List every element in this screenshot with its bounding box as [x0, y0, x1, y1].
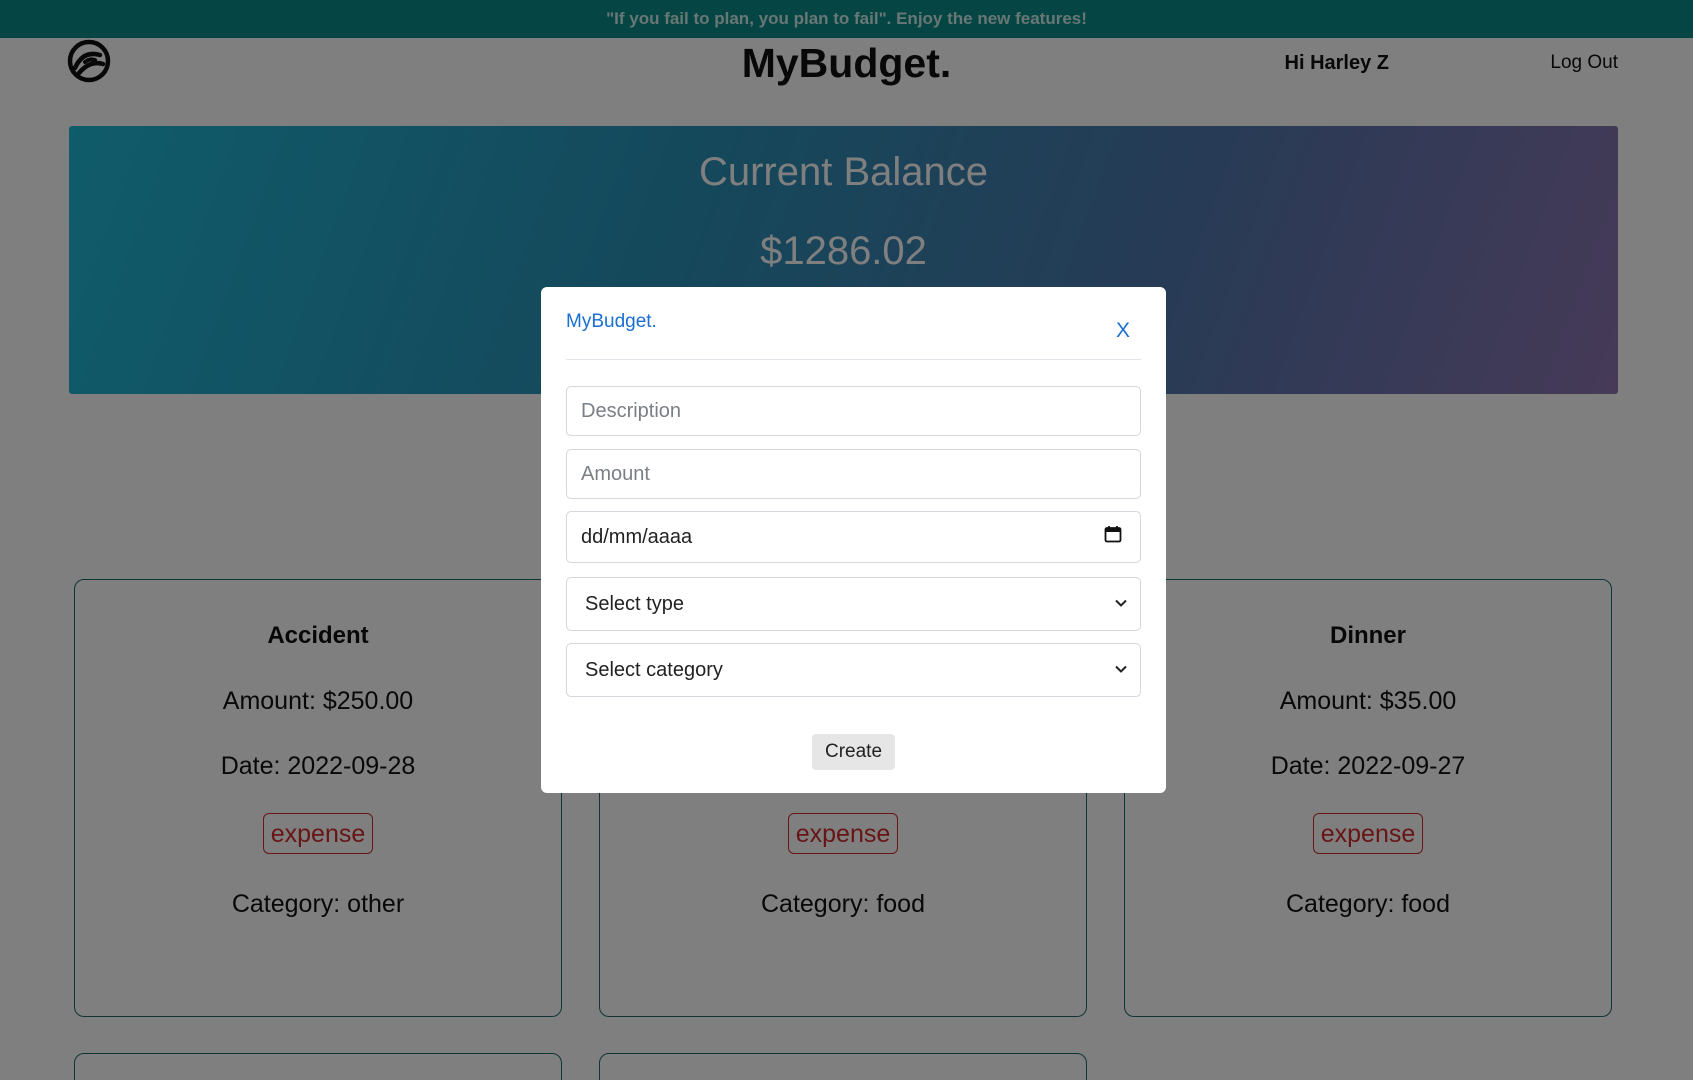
description-placeholder: Description: [581, 399, 682, 422]
date-value: dd/mm/aaaa: [581, 525, 693, 548]
calendar-icon[interactable]: [1104, 525, 1122, 549]
modal-divider: [566, 359, 1141, 360]
category-select-value: Select category: [585, 658, 723, 681]
amount-input[interactable]: Amount: [566, 449, 1141, 499]
category-select[interactable]: Select category: [566, 643, 1141, 697]
chevron-down-icon: [1114, 593, 1128, 616]
close-button[interactable]: X: [1116, 319, 1130, 343]
description-input[interactable]: Description: [566, 386, 1141, 436]
date-input[interactable]: dd/mm/aaaa: [566, 511, 1141, 563]
modal-title: MyBudget.: [566, 311, 657, 332]
type-select-value: Select type: [585, 592, 684, 615]
chevron-down-icon: [1114, 659, 1128, 682]
type-select[interactable]: Select type: [566, 577, 1141, 631]
new-transaction-modal: MyBudget. X Description Amount dd/mm/aaa…: [541, 287, 1166, 793]
create-button[interactable]: Create: [812, 734, 895, 770]
amount-placeholder: Amount: [581, 462, 650, 485]
